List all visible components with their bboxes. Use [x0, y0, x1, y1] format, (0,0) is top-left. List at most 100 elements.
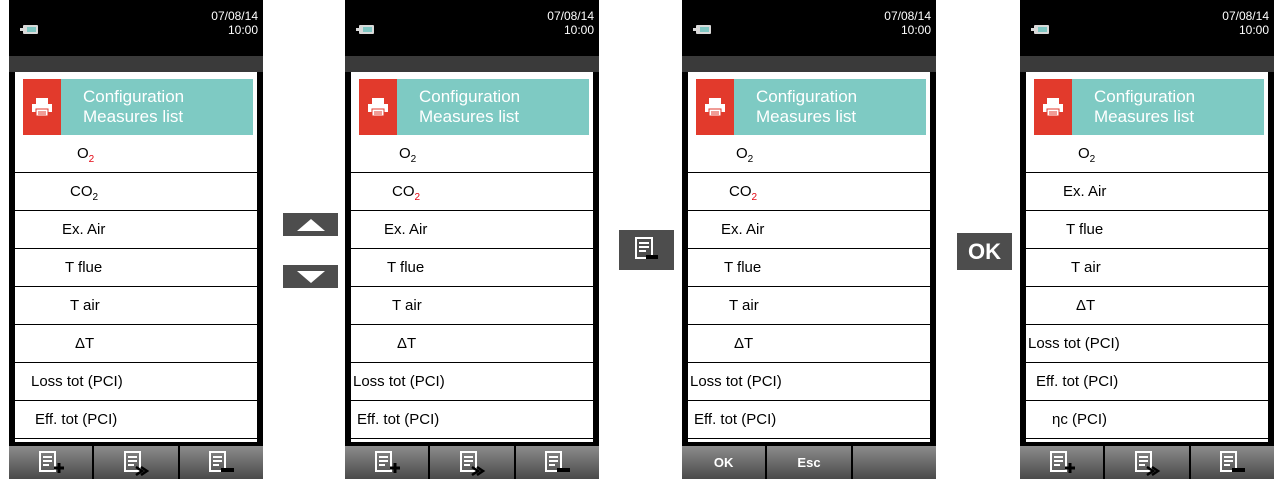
title-line-2: Measures list [756, 107, 857, 126]
softkey-label: Esc [797, 455, 821, 470]
page-header: Configuration Measures list [1034, 79, 1264, 135]
device-screen: 07/08/14 10:00 Configuration Measures li… [682, 0, 936, 479]
list-item[interactable]: T air [688, 287, 930, 325]
measures-list: O2 CO2 Ex. Air T flue T air ΔT Loss tot … [351, 135, 593, 439]
measures-list: O2 CO2 Ex. Air T flue T air ΔT Loss tot … [15, 135, 257, 439]
softkey-2[interactable] [1105, 446, 1189, 479]
softkey-1[interactable]: OK [682, 446, 766, 479]
page-title: Configuration Measures list [1094, 87, 1195, 127]
list-item-label: Ex. Air [62, 221, 106, 238]
list-item[interactable]: T flue [1026, 211, 1268, 249]
list-item[interactable]: T flue [351, 249, 593, 287]
title-line-1: Configuration [1094, 87, 1196, 106]
softkey-1[interactable] [345, 446, 429, 479]
list-item[interactable]: Eff. tot (PCI) [15, 401, 257, 439]
printer-icon [32, 98, 52, 117]
list-item-label: Loss tot (PCI) [353, 373, 445, 390]
list-item-label: Eff. tot (PCI) [35, 411, 118, 428]
softkey-2[interactable] [430, 446, 514, 479]
list-item[interactable]: O2 [688, 135, 930, 173]
list-item[interactable]: ΔT [1026, 287, 1268, 325]
battery-icon [20, 25, 38, 34]
list-item[interactable]: Loss tot (PCI) [15, 363, 257, 401]
list-item[interactable]: CO2 [15, 173, 257, 211]
page-header: Configuration Measures list [696, 79, 926, 135]
list-item[interactable]: ηc (PCI) [1026, 401, 1268, 439]
list-item[interactable]: CO2 [351, 173, 593, 211]
list-item[interactable]: ΔT [15, 325, 257, 363]
list-item[interactable]: Ex. Air [15, 211, 257, 249]
datetime: 07/08/14 10:00 [211, 9, 258, 37]
down-key[interactable] [283, 265, 338, 288]
softkey-2[interactable]: Esc [767, 446, 851, 479]
softkey-3[interactable] [1190, 446, 1274, 479]
datetime: 07/08/14 10:00 [1222, 9, 1269, 37]
list-item[interactable]: Eff. tot (PCI) [351, 401, 593, 439]
list-item[interactable]: T air [15, 287, 257, 325]
list-item-label: Loss tot (PCI) [690, 373, 782, 390]
list-insert-icon [459, 450, 486, 476]
softkey-2[interactable] [94, 446, 178, 479]
list-item[interactable]: Loss tot (PCI) [688, 363, 930, 401]
list-insert-icon [123, 450, 150, 476]
printer-icon-box [359, 79, 397, 135]
softkey-1[interactable] [9, 446, 93, 479]
list-item-label: Ex. Air [384, 221, 428, 238]
time-text: 10:00 [563, 23, 594, 37]
list-item[interactable]: Eff. tot (PCI) [688, 401, 930, 439]
list-item-label: Loss tot (PCI) [31, 373, 123, 390]
list-item-label: T flue [1066, 221, 1104, 238]
list-item[interactable]: T air [351, 287, 593, 325]
list-item[interactable]: T flue [688, 249, 930, 287]
title-line-2: Measures list [419, 107, 520, 126]
battery-icon [356, 25, 374, 34]
battery-icon [693, 25, 711, 34]
list-item[interactable]: Ex. Air [1026, 173, 1268, 211]
date-text: 07/08/14 [1222, 9, 1269, 23]
list-item[interactable]: Eff. tot (PCI) [1026, 363, 1268, 401]
list-item[interactable]: ΔT [351, 325, 593, 363]
softkey-bar [345, 446, 599, 479]
printer-icon-box [1034, 79, 1072, 135]
list-item[interactable]: T air [1026, 249, 1268, 287]
list-item[interactable]: Loss tot (PCI) [1026, 325, 1268, 363]
list-item[interactable]: O2 [351, 135, 593, 173]
arrow-down-icon [296, 270, 325, 283]
measures-list: O2 CO2 Ex. Air T flue T air ΔT Loss tot … [688, 135, 930, 439]
list-item-label: Eff. tot (PCI) [694, 411, 777, 428]
list-item[interactable]: ΔT [688, 325, 930, 363]
ok-key[interactable]: OK [957, 233, 1012, 270]
up-key[interactable] [283, 213, 338, 236]
time-text: 10:00 [900, 23, 931, 37]
softkey-3[interactable] [852, 446, 936, 479]
time-text: 10:00 [1238, 23, 1269, 37]
device-screen: 07/08/14 10:00 Configuration Measures li… [1020, 0, 1274, 479]
list-item[interactable]: Loss tot (PCI) [351, 363, 593, 401]
list-item-label: T air [392, 297, 422, 314]
printer-icon [1043, 98, 1063, 117]
softkey-1[interactable] [1020, 446, 1104, 479]
list-item-label: T air [729, 297, 759, 314]
list-item-label: O2 [1078, 145, 1096, 165]
list-item-label: O2 [399, 145, 417, 165]
date-text: 07/08/14 [211, 9, 258, 23]
list-item[interactable]: T flue [15, 249, 257, 287]
softkey-bar: OK Esc [682, 446, 936, 479]
list-item-label: O2 [736, 145, 754, 165]
softkey-3[interactable] [515, 446, 599, 479]
list-item[interactable]: Ex. Air [351, 211, 593, 249]
list-item[interactable]: O2 [1026, 135, 1268, 173]
list-item-label: ΔT [75, 335, 95, 352]
remove-key[interactable] [619, 230, 674, 270]
list-remove-icon [209, 450, 235, 472]
softkey-label: OK [713, 455, 734, 470]
list-add-icon [1049, 450, 1075, 473]
list-item-label: Ex. Air [1063, 183, 1107, 200]
list-item[interactable]: O2 [15, 135, 257, 173]
list-item[interactable]: CO2 [688, 173, 930, 211]
device-screen: 07/08/14 10:00 Configuration Measures li… [9, 0, 263, 479]
list-remove-icon [1220, 450, 1246, 472]
softkey-3[interactable] [179, 446, 263, 479]
page-header: Configuration Measures list [359, 79, 589, 135]
list-item[interactable]: Ex. Air [688, 211, 930, 249]
